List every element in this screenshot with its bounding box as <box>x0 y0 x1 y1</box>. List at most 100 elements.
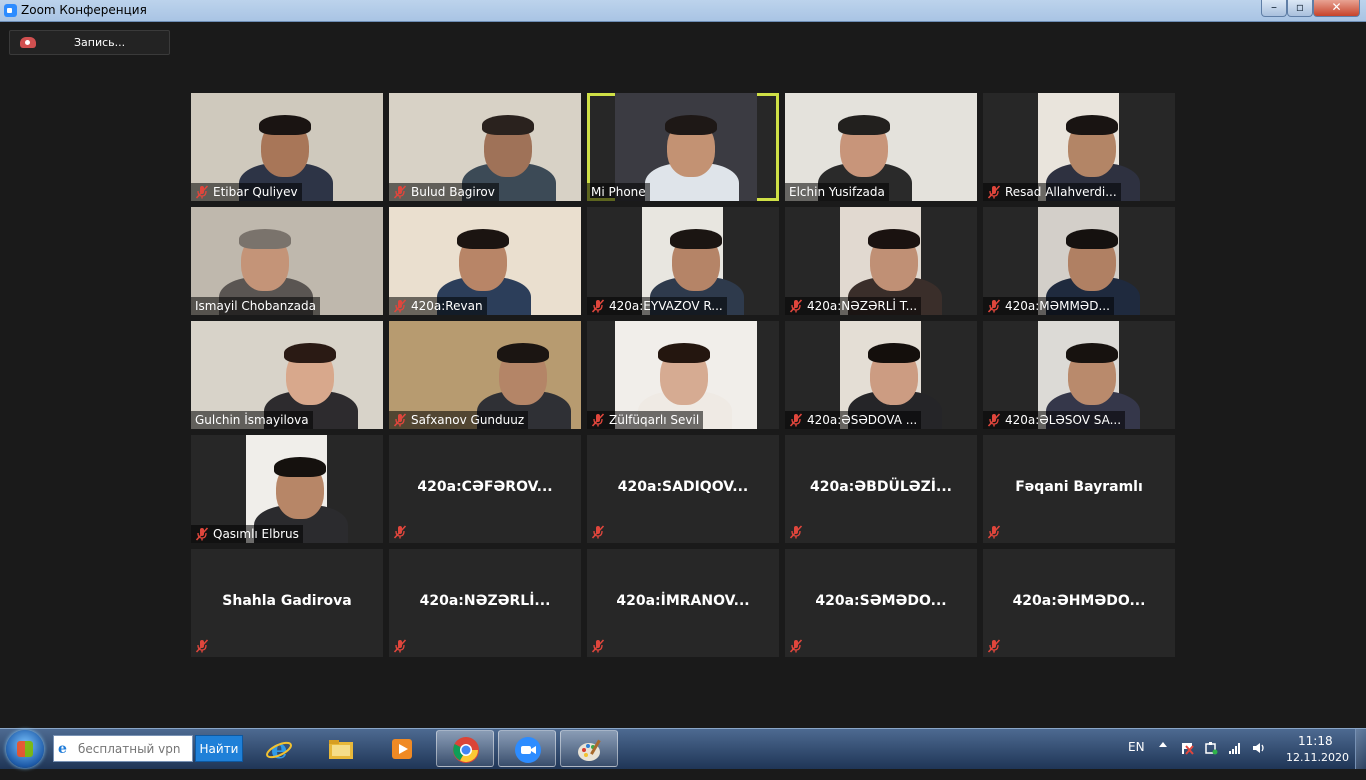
windows-taskbar: e Найти e <box>0 728 1366 769</box>
taskbar-explorer[interactable] <box>312 730 370 767</box>
internet-explorer-icon: e <box>266 735 292 763</box>
participant-name: Bulud Bagirov <box>411 185 495 199</box>
start-button[interactable] <box>6 730 44 768</box>
participant-name: Qasımlı Elbrus <box>213 527 299 541</box>
recording-button[interactable]: Запись... <box>9 30 170 55</box>
search-button[interactable]: Найти <box>195 735 243 762</box>
muted-mic-icon <box>195 527 209 541</box>
participant-tile[interactable]: Safxanov Gunduuz <box>389 321 581 429</box>
participant-name: Etibar Quliyev <box>213 185 298 199</box>
taskbar-chrome[interactable] <box>436 730 494 767</box>
participant-tile[interactable]: 420a:SADIQOV... <box>587 435 779 543</box>
participant-tile[interactable]: Gulchin İsmayilova <box>191 321 383 429</box>
muted-mic-icon <box>987 185 1001 199</box>
taskbar-search-input[interactable] <box>76 739 192 759</box>
participant-name-bar: 420a:EYVAZOV R... <box>587 297 727 315</box>
svg-text:e: e <box>271 735 288 763</box>
participant-tile[interactable]: Mi Phone <box>587 93 779 201</box>
participant-name-bar: 420a:ƏLƏSOV SA... <box>983 411 1126 429</box>
participant-name: 420a:NƏZƏRLİ... <box>419 593 551 609</box>
participant-tile[interactable]: 420a:ƏBDÜLƏZİ... <box>785 435 977 543</box>
taskbar-ie[interactable]: e <box>250 730 308 767</box>
participant-tile[interactable]: 420a:NƏZƏRLİ T... <box>785 207 977 315</box>
window-titlebar[interactable]: Zoom Конференция – ▫ ✕ <box>0 0 1366 22</box>
recording-label: Запись... <box>74 36 126 49</box>
muted-mic-icon <box>789 639 803 653</box>
clock-date[interactable]: 12.11.2020 <box>1286 751 1349 764</box>
show-hidden-icons[interactable] <box>1159 742 1167 747</box>
participant-tile[interactable]: Elchin Yusifzada <box>785 93 977 201</box>
participant-name-bar: Resad Allahverdi... <box>983 183 1121 201</box>
participant-tile[interactable]: Ismayil Chobanzada <box>191 207 383 315</box>
action-center-flag-icon[interactable] <box>1180 741 1194 755</box>
participant-tile[interactable]: 420a:SƏMƏDO... <box>785 549 977 657</box>
clock-time[interactable]: 11:18 <box>1298 734 1333 748</box>
participant-tile[interactable]: 420a:EYVAZOV R... <box>587 207 779 315</box>
muted-mic-icon <box>393 185 407 199</box>
file-explorer-icon <box>329 740 353 759</box>
muted-mic-icon <box>393 639 407 653</box>
participant-name-bar: 420a:MƏMMƏD... <box>983 297 1114 315</box>
participant-tile[interactable]: 420a:CƏFƏROV... <box>389 435 581 543</box>
muted-mic-icon <box>393 413 407 427</box>
participant-name: 420a:EYVAZOV R... <box>609 299 723 313</box>
participant-tile[interactable]: Bulud Bagirov <box>389 93 581 201</box>
participant-tile[interactable]: 420a:NƏZƏRLİ... <box>389 549 581 657</box>
participant-name-bar: Etibar Quliyev <box>191 183 302 201</box>
taskbar-search-box[interactable]: e <box>53 735 193 762</box>
taskbar-paint[interactable] <box>560 730 618 767</box>
muted-mic-icon <box>393 525 407 539</box>
close-button[interactable]: ✕ <box>1313 0 1360 17</box>
muted-mic-icon <box>987 413 1001 427</box>
taskbar-media-player[interactable] <box>373 730 431 767</box>
participant-tile[interactable]: Etibar Quliyev <box>191 93 383 201</box>
participant-tile[interactable]: 420a:ƏSƏDOVA ... <box>785 321 977 429</box>
volume-icon[interactable] <box>1252 741 1266 755</box>
window-title: Zoom Конференция <box>21 3 147 17</box>
participant-name: Zülfüqarlı Sevil <box>609 413 700 427</box>
participant-name: 420a:ƏSƏDOVA ... <box>807 413 918 427</box>
show-desktop-button[interactable] <box>1355 729 1366 769</box>
participant-name: Ismayil Chobanzada <box>195 299 316 313</box>
safely-remove-hardware-icon[interactable] <box>1204 741 1218 755</box>
participant-name: 420a:İMRANOV... <box>616 593 750 609</box>
zoom-app-icon <box>4 4 17 17</box>
participant-tile[interactable]: Shahla Gadirova <box>191 549 383 657</box>
taskbar-zoom[interactable] <box>498 730 556 767</box>
participant-tile[interactable]: 420a:ƏHMƏDO... <box>983 549 1175 657</box>
participant-name: 420a:MƏMMƏD... <box>1005 299 1110 313</box>
language-indicator[interactable]: EN <box>1128 740 1145 780</box>
participant-name: 420a:ƏLƏSOV SA... <box>1005 413 1122 427</box>
participant-name-bar: Safxanov Gunduuz <box>389 411 529 429</box>
participant-name-bar: Elchin Yusifzada <box>785 183 889 201</box>
participant-tile[interactable]: Qasımlı Elbrus <box>191 435 383 543</box>
participant-name: 420a:SADIQOV... <box>617 479 749 495</box>
participant-tile[interactable]: 420a:ƏLƏSOV SA... <box>983 321 1175 429</box>
minimize-button[interactable]: – <box>1261 0 1287 17</box>
participant-name: Resad Allahverdi... <box>1005 185 1117 199</box>
participant-tile[interactable]: 420a:İMRANOV... <box>587 549 779 657</box>
participant-tile[interactable]: 420a:Revan <box>389 207 581 315</box>
participant-tile[interactable]: 420a:MƏMMƏD... <box>983 207 1175 315</box>
participant-name-bar: Ismayil Chobanzada <box>191 297 320 315</box>
participant-name: Elchin Yusifzada <box>789 185 885 199</box>
network-signal-icon[interactable] <box>1228 741 1242 755</box>
muted-mic-icon <box>195 639 209 653</box>
participant-name: Mi Phone <box>591 185 646 199</box>
participant-name: 420a:NƏZƏRLİ T... <box>807 299 918 313</box>
participant-tile[interactable]: Fəqani Bayramlı <box>983 435 1175 543</box>
maximize-button[interactable]: ▫ <box>1287 0 1313 17</box>
participant-tile[interactable]: Zülfüqarlı Sevil <box>587 321 779 429</box>
muted-mic-icon <box>789 525 803 539</box>
muted-mic-icon <box>987 525 1001 539</box>
muted-mic-icon <box>591 639 605 653</box>
chrome-icon <box>453 737 479 763</box>
zoom-icon <box>515 737 541 763</box>
participant-name-bar: Bulud Bagirov <box>389 183 499 201</box>
muted-mic-icon <box>789 413 803 427</box>
participant-tile[interactable]: Resad Allahverdi... <box>983 93 1175 201</box>
muted-mic-icon <box>987 299 1001 313</box>
muted-mic-icon <box>591 525 605 539</box>
participant-name-bar: Qasımlı Elbrus <box>191 525 303 543</box>
participant-name-bar: Gulchin İsmayilova <box>191 411 313 429</box>
